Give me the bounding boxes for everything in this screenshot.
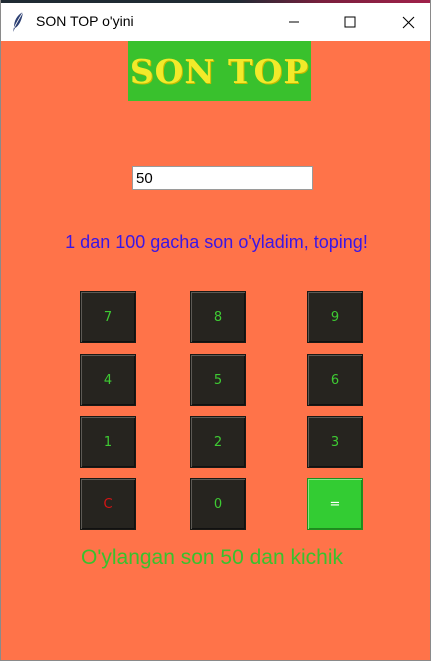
- key-3[interactable]: 3: [307, 416, 363, 468]
- app-window: SON TOP o'yini SON TOP 1 dan 100 gacha s…: [0, 0, 431, 661]
- maximize-button[interactable]: [321, 3, 379, 41]
- key-8[interactable]: 8: [190, 291, 246, 343]
- key-5[interactable]: 5: [190, 354, 246, 406]
- key-0[interactable]: 0: [190, 478, 246, 530]
- minimize-icon: [289, 21, 299, 23]
- key-2[interactable]: 2: [190, 416, 246, 468]
- close-icon: [402, 16, 414, 28]
- feather-icon: [11, 11, 25, 33]
- maximize-icon: [344, 16, 356, 28]
- logo-text: SON TOP: [129, 51, 310, 91]
- key-1[interactable]: 1: [80, 416, 136, 468]
- logo-banner: SON TOP: [128, 41, 311, 101]
- key-7[interactable]: 7: [80, 291, 136, 343]
- window-title: SON TOP o'yini: [36, 13, 134, 29]
- result-label: O'ylangan son 50 dan kichik: [81, 546, 344, 569]
- minimize-button[interactable]: [265, 3, 323, 41]
- equals-button[interactable]: =: [307, 478, 363, 530]
- prompt-label: 1 dan 100 gacha son o'yladim, toping!: [65, 232, 368, 252]
- key-6[interactable]: 6: [307, 354, 363, 406]
- guess-input[interactable]: [132, 166, 313, 190]
- title-bar[interactable]: SON TOP o'yini: [1, 3, 430, 41]
- key-4[interactable]: 4: [80, 354, 136, 406]
- close-button[interactable]: [379, 3, 430, 41]
- key-9[interactable]: 9: [307, 291, 363, 343]
- clear-button[interactable]: C: [80, 478, 136, 530]
